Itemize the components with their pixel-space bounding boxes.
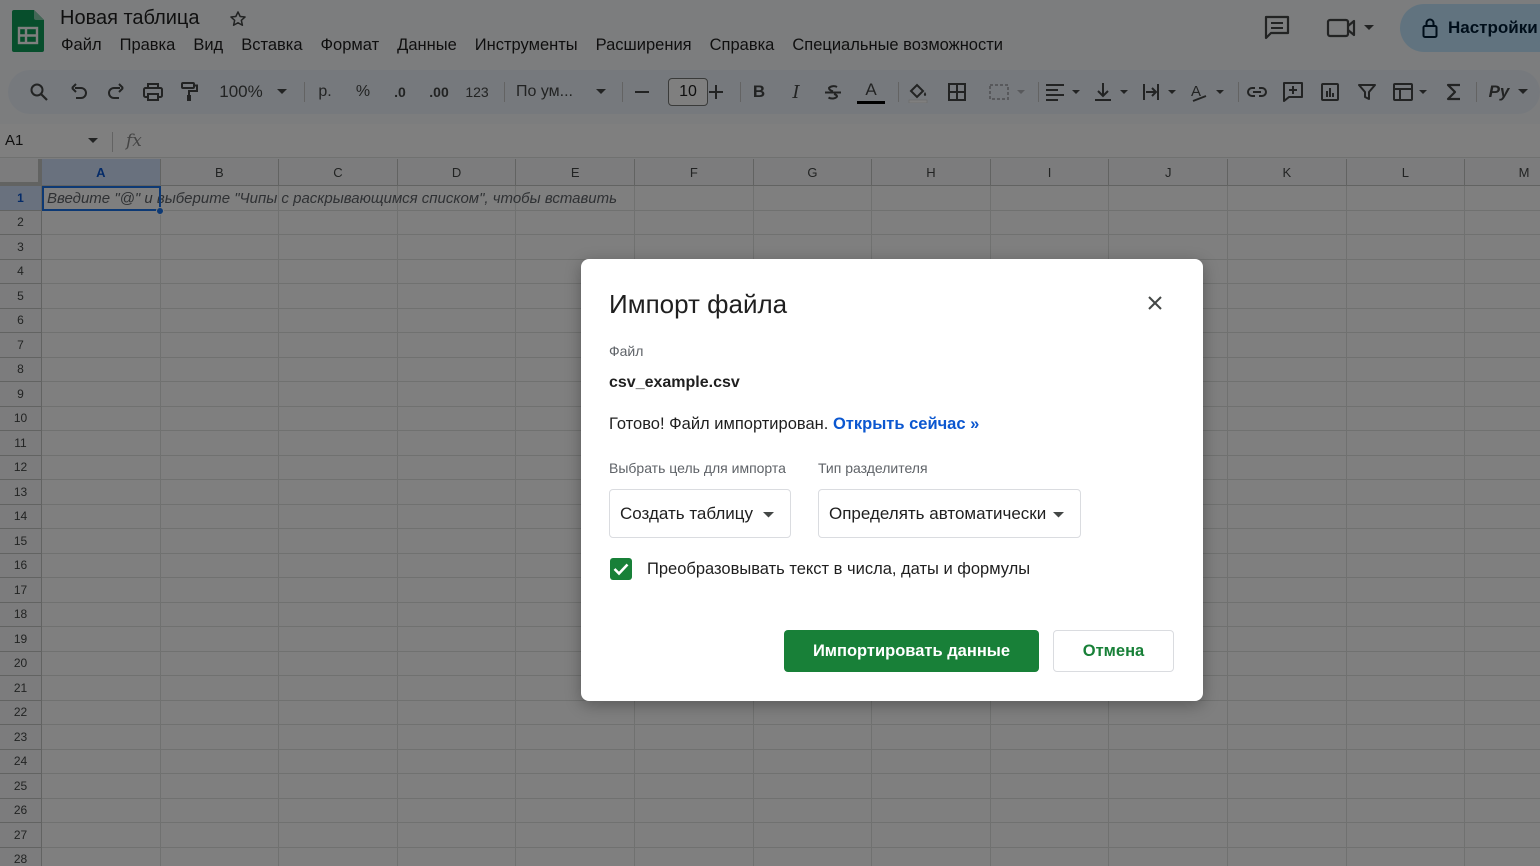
import-target-value: Создать таблицу: [620, 503, 754, 523]
cancel-button[interactable]: Отмена: [1053, 630, 1174, 672]
check-icon: [613, 563, 629, 576]
close-icon[interactable]: [1145, 293, 1165, 313]
separator-type-label: Тип разделителя: [818, 460, 928, 476]
chevron-down-icon: [763, 512, 774, 518]
separator-type-value: Определять автоматически: [829, 503, 1047, 523]
chevron-down-icon: [1053, 512, 1064, 518]
import-data-button[interactable]: Импортировать данные: [784, 630, 1039, 672]
separator-type-select[interactable]: Определять автоматически: [818, 489, 1081, 538]
import-status: Готово! Файл импортирован. Открыть сейча…: [609, 415, 979, 434]
open-now-link[interactable]: Открыть сейчас »: [833, 415, 979, 433]
dialog-title: Импорт файла: [609, 289, 788, 319]
convert-text-checkbox[interactable]: [610, 558, 632, 580]
convert-text-label[interactable]: Преобразовывать текст в числа, даты и фо…: [647, 560, 1030, 579]
status-text: Готово! Файл импортирован.: [609, 415, 829, 433]
import-target-label: Выбрать цель для импорта: [609, 460, 786, 476]
import-target-select[interactable]: Создать таблицу: [609, 489, 791, 538]
file-label: Файл: [609, 343, 644, 359]
file-name: csv_example.csv: [609, 374, 740, 391]
import-file-dialog: Импорт файла Файл csv_example.csv Готово…: [581, 259, 1203, 701]
